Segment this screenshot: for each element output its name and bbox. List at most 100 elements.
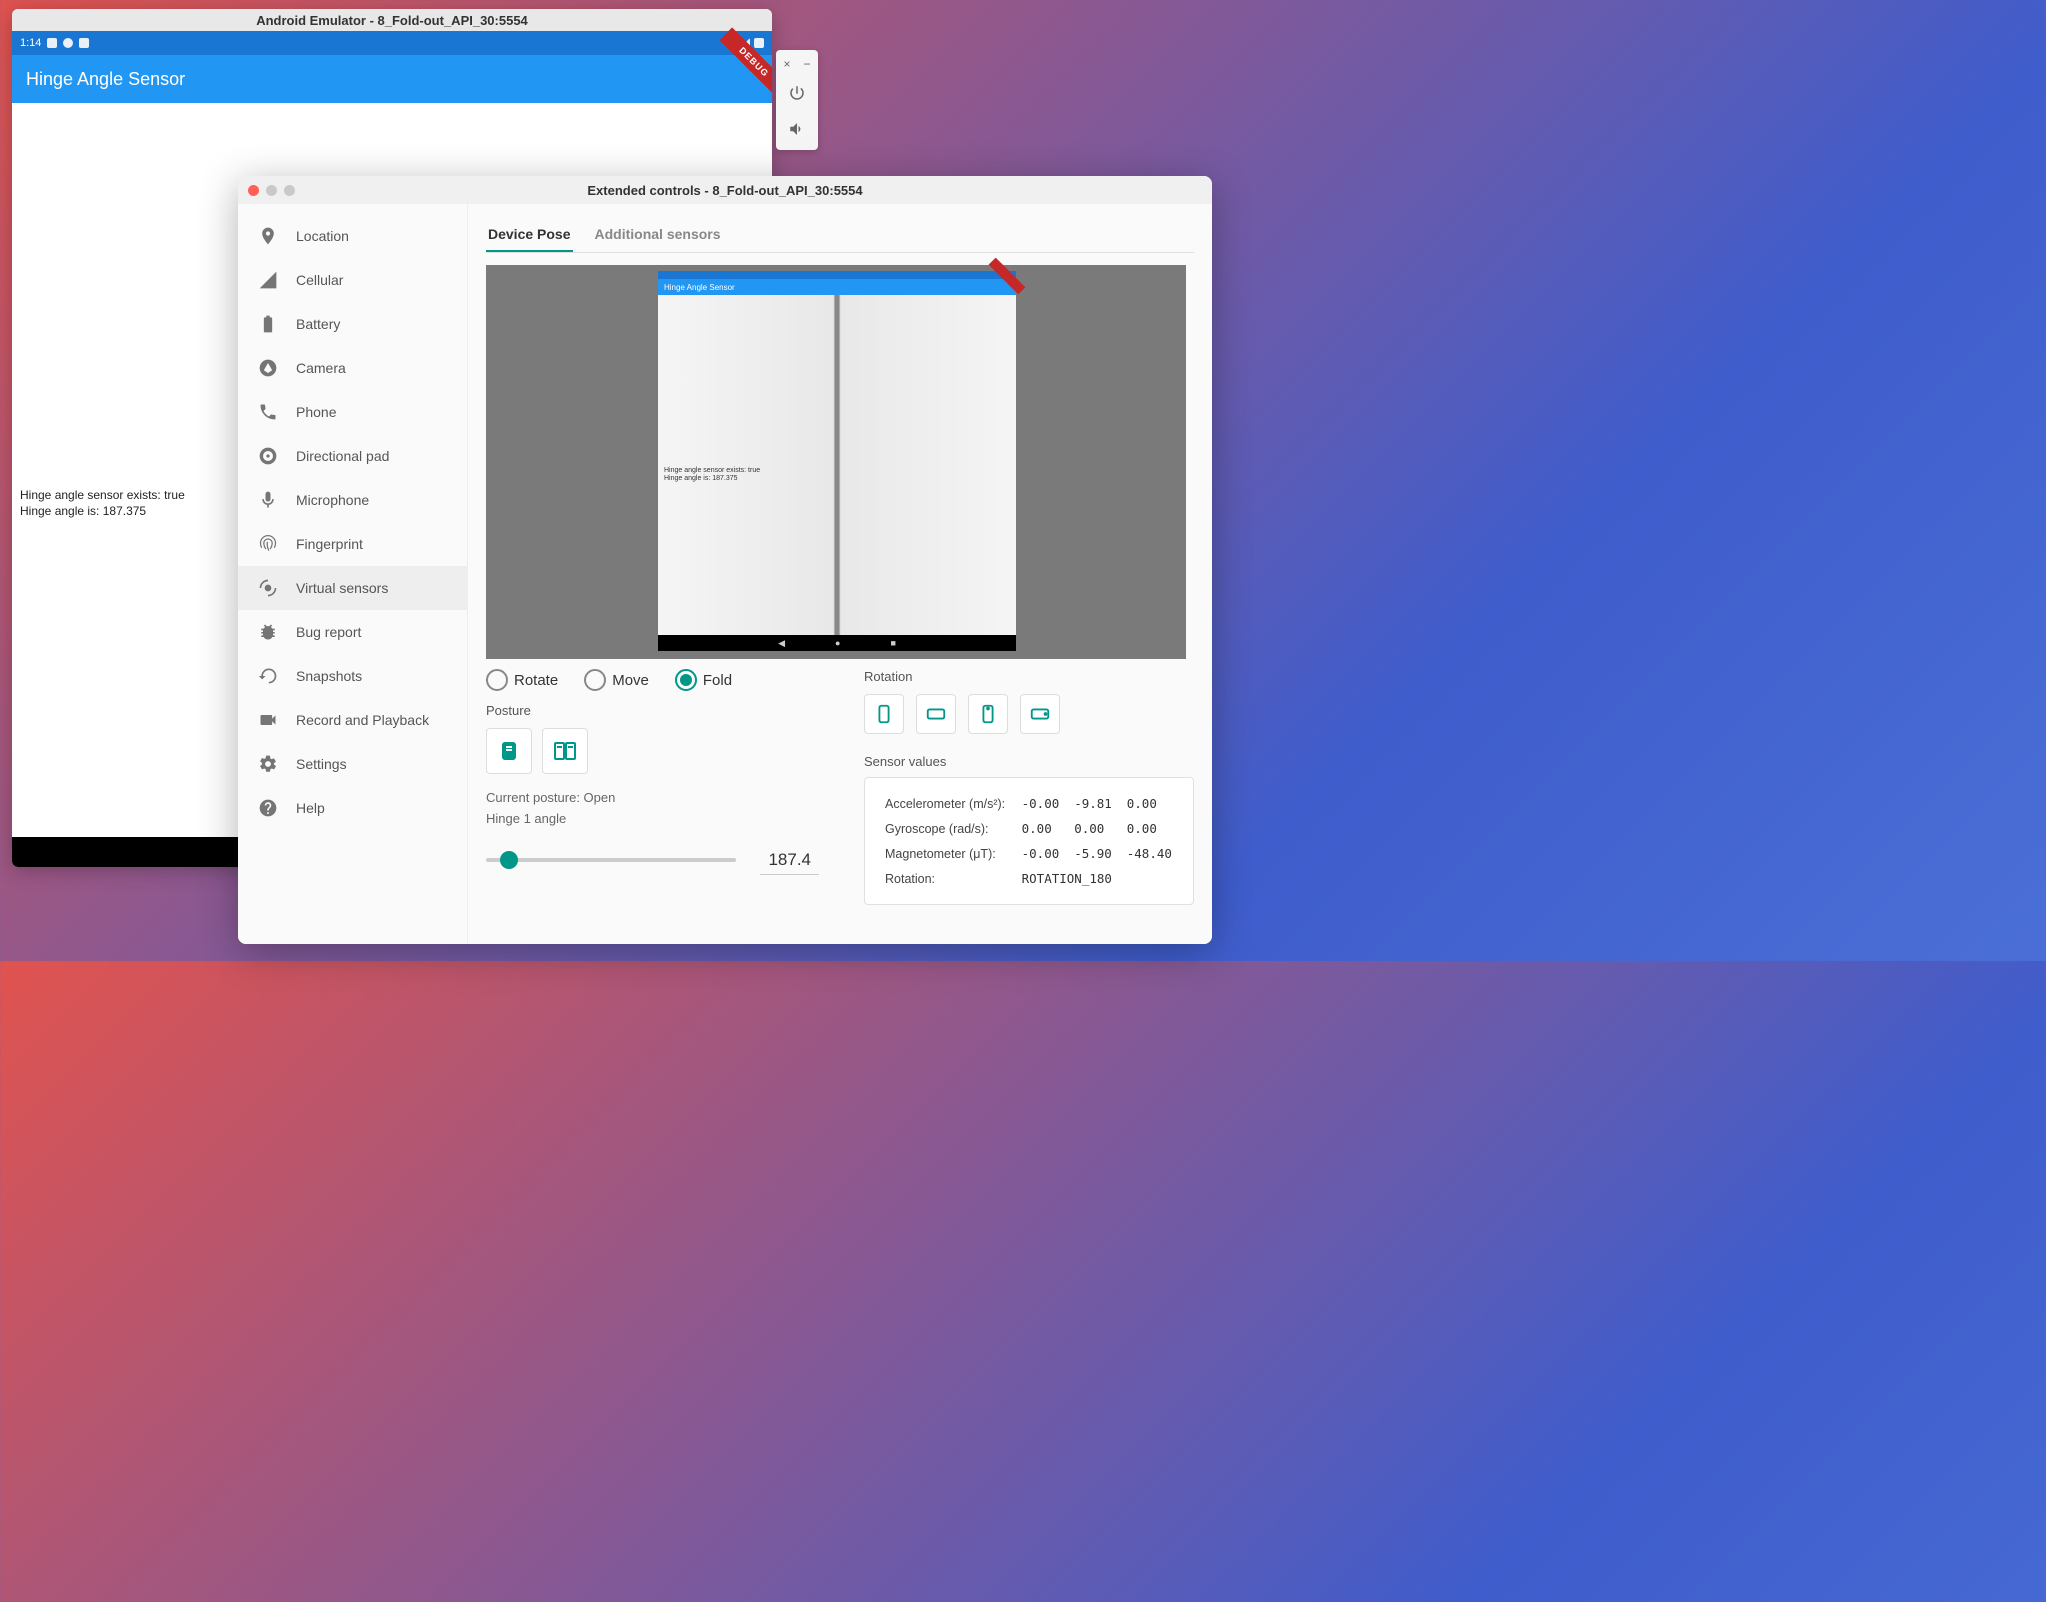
sidebar-item-label: Bug report bbox=[296, 624, 361, 640]
hinge-angle-text: Hinge angle is: 187.375 bbox=[20, 504, 146, 518]
sidebar-item-bug-report[interactable]: Bug report bbox=[238, 610, 467, 654]
table-row: Gyroscope (rad/s):0.000.000.00 bbox=[879, 817, 1179, 840]
android-statusbar: 1:14 bbox=[12, 31, 772, 55]
extended-controls-window: Extended controls - 8_Fold-out_API_30:55… bbox=[238, 176, 1212, 944]
slider-thumb[interactable] bbox=[500, 851, 518, 869]
statusbar-time: 1:14 bbox=[20, 37, 41, 49]
phone-landscape-icon bbox=[925, 703, 947, 725]
rotation-landscape-button[interactable] bbox=[916, 694, 956, 734]
sidebar-item-settings[interactable]: Settings bbox=[238, 742, 467, 786]
radio-rotate[interactable]: Rotate bbox=[486, 669, 558, 691]
sidebar-item-virtual-sensors[interactable]: Virtual sensors bbox=[238, 566, 467, 610]
sidebar-item-location[interactable]: Location bbox=[238, 214, 467, 258]
extended-title: Extended controls - 8_Fold-out_API_30:55… bbox=[238, 183, 1212, 198]
sensor-name: Rotation: bbox=[879, 867, 1014, 890]
posture-label: Posture bbox=[486, 703, 819, 718]
rotation-portrait-rev-button[interactable] bbox=[968, 694, 1008, 734]
sensor-val: 0.00 bbox=[1016, 817, 1067, 840]
sensor-name: Magnetometer (μT): bbox=[879, 842, 1014, 865]
sidebar-item-label: Cellular bbox=[296, 272, 343, 288]
nav-back-icon: ◀ bbox=[778, 638, 785, 649]
radio-label: Fold bbox=[703, 672, 732, 689]
phone-portrait-icon bbox=[873, 703, 895, 725]
hinge-angle-slider[interactable] bbox=[486, 858, 736, 862]
nav-recent-icon: ■ bbox=[890, 638, 895, 648]
phone-portrait-rev-icon bbox=[977, 703, 999, 725]
emulator-titlebar: Android Emulator - 8_Fold-out_API_30:555… bbox=[12, 9, 772, 31]
emulator-title: Android Emulator - 8_Fold-out_API_30:555… bbox=[256, 13, 528, 28]
sensor-val: -0.00 bbox=[1016, 792, 1067, 815]
posture-open-button[interactable] bbox=[542, 728, 588, 774]
sensor-val: -48.40 bbox=[1121, 842, 1179, 865]
radio-move[interactable]: Move bbox=[584, 669, 649, 691]
statusbar-icon bbox=[47, 38, 57, 48]
rotation-landscape-rev-button[interactable] bbox=[1020, 694, 1060, 734]
sensor-val: -9.81 bbox=[1068, 792, 1119, 815]
sensor-val: 0.00 bbox=[1068, 817, 1119, 840]
sidebar-item-help[interactable]: Help bbox=[238, 786, 467, 830]
sensor-val: -0.00 bbox=[1016, 842, 1067, 865]
sidebar-item-camera[interactable]: Camera bbox=[238, 346, 467, 390]
sidebar-item-label: Battery bbox=[296, 316, 340, 332]
device-preview[interactable]: Hinge Angle Sensor Hinge angle sensor ex… bbox=[486, 265, 1186, 659]
sidebar-item-label: Snapshots bbox=[296, 668, 362, 684]
tab-additional-sensors[interactable]: Additional sensors bbox=[593, 218, 723, 252]
statusbar-icon bbox=[79, 38, 89, 48]
sidebar-item-battery[interactable]: Battery bbox=[238, 302, 467, 346]
radio-label: Move bbox=[612, 672, 649, 689]
rotation-portrait-button[interactable] bbox=[864, 694, 904, 734]
record-icon bbox=[258, 710, 278, 730]
preview-body: Hinge angle sensor exists: true Hinge an… bbox=[658, 295, 1016, 635]
posture-open-icon bbox=[553, 739, 577, 763]
pose-tabs: Device Pose Additional sensors bbox=[486, 218, 1194, 253]
hinge-angle-label: Hinge 1 angle bbox=[486, 809, 819, 830]
toolbar-close-button[interactable]: × bbox=[780, 57, 794, 71]
sidebar-item-label: Fingerprint bbox=[296, 536, 363, 552]
extended-titlebar[interactable]: Extended controls - 8_Fold-out_API_30:55… bbox=[238, 176, 1212, 204]
cellular-icon bbox=[258, 270, 278, 290]
statusbar-battery-icon bbox=[754, 38, 764, 48]
nav-home-icon: ● bbox=[835, 638, 840, 648]
camera-icon bbox=[258, 358, 278, 378]
radio-fold[interactable]: Fold bbox=[675, 669, 732, 691]
pose-mode-radios: Rotate Move Fold bbox=[486, 669, 819, 691]
tab-device-pose[interactable]: Device Pose bbox=[486, 218, 573, 252]
preview-line1: Hinge angle sensor exists: true bbox=[664, 467, 760, 474]
preview-navbar: ◀ ● ■ bbox=[658, 635, 1016, 651]
window-close-button[interactable] bbox=[248, 185, 259, 196]
sensor-val: -5.90 bbox=[1068, 842, 1119, 865]
volume-button[interactable] bbox=[780, 112, 814, 146]
volume-icon bbox=[788, 120, 806, 138]
dpad-icon bbox=[258, 446, 278, 466]
preview-appbar: Hinge Angle Sensor bbox=[658, 279, 1016, 295]
sidebar-item-record-playback[interactable]: Record and Playback bbox=[238, 698, 467, 742]
sidebar-item-dpad[interactable]: Directional pad bbox=[238, 434, 467, 478]
posture-closed-button[interactable] bbox=[486, 728, 532, 774]
preview-device: Hinge Angle Sensor Hinge angle sensor ex… bbox=[658, 271, 1016, 651]
sidebar-item-label: Phone bbox=[296, 404, 336, 420]
sidebar-item-label: Help bbox=[296, 800, 325, 816]
table-row: Rotation:ROTATION_180 bbox=[879, 867, 1179, 890]
sidebar-item-label: Settings bbox=[296, 756, 347, 772]
posture-closed-icon bbox=[497, 739, 521, 763]
sensor-values-title: Sensor values bbox=[864, 754, 1194, 769]
window-minimize-button[interactable] bbox=[266, 185, 277, 196]
sidebar-item-fingerprint[interactable]: Fingerprint bbox=[238, 522, 467, 566]
extended-main: Device Pose Additional sensors Hinge Ang… bbox=[468, 204, 1212, 944]
hinge-angle-value[interactable]: 187.4 bbox=[760, 846, 819, 875]
power-icon bbox=[788, 84, 806, 102]
sidebar-item-microphone[interactable]: Microphone bbox=[238, 478, 467, 522]
sidebar-item-snapshots[interactable]: Snapshots bbox=[238, 654, 467, 698]
table-row: Accelerometer (m/s²):-0.00-9.810.00 bbox=[879, 792, 1179, 815]
settings-icon bbox=[258, 754, 278, 774]
toolbar-minimize-button[interactable]: − bbox=[800, 57, 814, 71]
emulator-side-toolbar: × − bbox=[776, 50, 818, 150]
sidebar-item-phone[interactable]: Phone bbox=[238, 390, 467, 434]
sensor-val: 0.00 bbox=[1121, 792, 1179, 815]
sensor-values-table: Accelerometer (m/s²):-0.00-9.810.00 Gyro… bbox=[877, 790, 1181, 892]
power-button[interactable] bbox=[780, 76, 814, 110]
location-icon bbox=[258, 226, 278, 246]
window-zoom-button[interactable] bbox=[284, 185, 295, 196]
help-icon bbox=[258, 798, 278, 818]
sidebar-item-cellular[interactable]: Cellular bbox=[238, 258, 467, 302]
